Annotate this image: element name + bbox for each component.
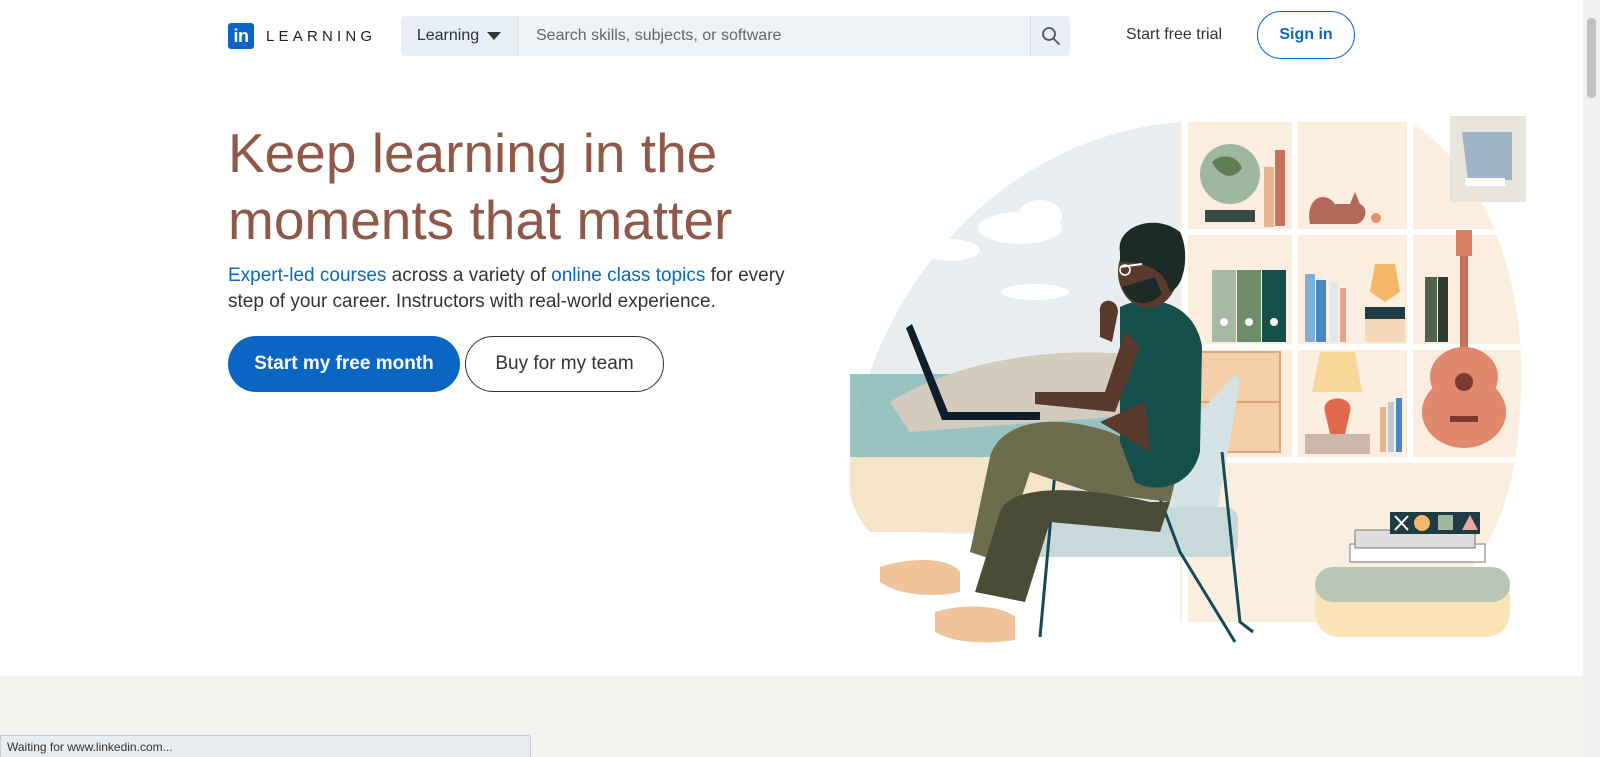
subtitle-text-1: across a variety of xyxy=(386,265,552,286)
search-button[interactable] xyxy=(1030,16,1070,56)
logo-letters: in xyxy=(233,25,250,46)
logo-text: LEARNING xyxy=(266,27,377,45)
search-bar: Learning xyxy=(401,16,1070,56)
top-nav: in LEARNING Learning Start free trial Si… xyxy=(0,0,1583,72)
search-category-label: Learning xyxy=(416,27,480,44)
binders xyxy=(1212,270,1286,342)
linkedin-icon: in xyxy=(228,23,254,49)
expert-led-courses-link[interactable]: Expert-led courses xyxy=(228,265,386,286)
caret-down-icon xyxy=(487,32,502,40)
start-free-month-button[interactable]: Start my free month xyxy=(228,336,460,392)
hero-illustration xyxy=(850,116,1526,643)
search-category-select[interactable]: Learning xyxy=(401,16,518,56)
browser-status-bar: Waiting for www.linkedin.com... xyxy=(0,735,531,757)
online-class-topics-link[interactable]: online class topics xyxy=(551,265,705,286)
hero-title: Keep learning in the moments that matter xyxy=(228,122,733,251)
hero-subtitle: Expert-led courses across a variety of o… xyxy=(228,263,818,315)
search-icon xyxy=(1041,27,1060,45)
linkedin-learning-logo[interactable]: in LEARNING xyxy=(228,23,376,49)
start-free-trial-link[interactable]: Start free trial xyxy=(1126,26,1222,44)
search-input[interactable] xyxy=(518,16,1030,56)
globe-icon xyxy=(1200,144,1260,222)
scrollbar-thumb[interactable] xyxy=(1587,18,1596,98)
buy-for-team-button[interactable]: Buy for my team xyxy=(465,336,664,392)
sign-in-button[interactable]: Sign in xyxy=(1257,11,1355,59)
page-scrollbar[interactable] xyxy=(1583,0,1600,757)
